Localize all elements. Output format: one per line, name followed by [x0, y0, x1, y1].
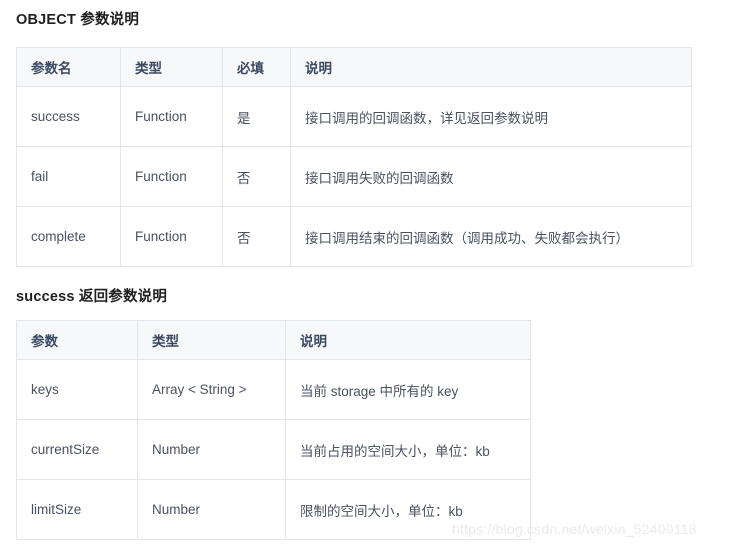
cell-param: keys [16, 359, 138, 420]
cell-description: 当前占用的空间大小，单位：kb [285, 419, 531, 480]
table-header-row: 参数 类型 说明 [16, 320, 531, 360]
cell-param: limitSize [16, 479, 138, 540]
document-page: OBJECT 参数说明 参数名 类型 必填 说明 success Functio… [0, 0, 743, 550]
cell-description: 当前 storage 中所有的 key [285, 359, 531, 420]
cell-param-name: complete [16, 206, 121, 267]
cell-description: 接口调用结束的回调函数（调用成功、失败都会执行） [290, 206, 692, 267]
object-param-table: 参数名 类型 必填 说明 success Function 是 接口调用的回调函… [16, 47, 692, 267]
column-header-description: 说明 [290, 47, 692, 87]
cell-param-name: success [16, 86, 121, 147]
table-header-row: 参数名 类型 必填 说明 [16, 47, 692, 87]
section-heading-success: success 返回参数说明 [16, 289, 168, 305]
table-row: currentSize Number 当前占用的空间大小，单位：kb [16, 419, 531, 480]
table-row: success Function 是 接口调用的回调函数，详见返回参数说明 [16, 86, 692, 147]
column-header-type: 类型 [137, 320, 286, 360]
table-row: complete Function 否 接口调用结束的回调函数（调用成功、失败都… [16, 206, 692, 267]
column-header-required: 必填 [222, 47, 291, 87]
cell-required: 是 [222, 86, 291, 147]
cell-type: Number [137, 479, 286, 540]
section-heading-object: OBJECT 参数说明 [16, 12, 140, 28]
cell-description: 接口调用的回调函数，详见返回参数说明 [290, 86, 692, 147]
column-header-param: 参数 [16, 320, 138, 360]
success-return-param-table: 参数 类型 说明 keys Array < String > 当前 storag… [16, 320, 531, 540]
cell-required: 否 [222, 146, 291, 207]
table-row: keys Array < String > 当前 storage 中所有的 ke… [16, 359, 531, 420]
cell-description: 接口调用失败的回调函数 [290, 146, 692, 207]
cell-type: Function [120, 146, 223, 207]
cell-type: Function [120, 86, 223, 147]
cell-type: Array < String > [137, 359, 286, 420]
column-header-param-name: 参数名 [16, 47, 121, 87]
cell-param: currentSize [16, 419, 138, 480]
table-row: fail Function 否 接口调用失败的回调函数 [16, 146, 692, 207]
cell-type: Function [120, 206, 223, 267]
cell-required: 否 [222, 206, 291, 267]
column-header-description: 说明 [285, 320, 531, 360]
watermark-url: https://blog.csdn.net/weixin_52400118 [452, 521, 697, 537]
column-header-type: 类型 [120, 47, 223, 87]
cell-type: Number [137, 419, 286, 480]
cell-param-name: fail [16, 146, 121, 207]
